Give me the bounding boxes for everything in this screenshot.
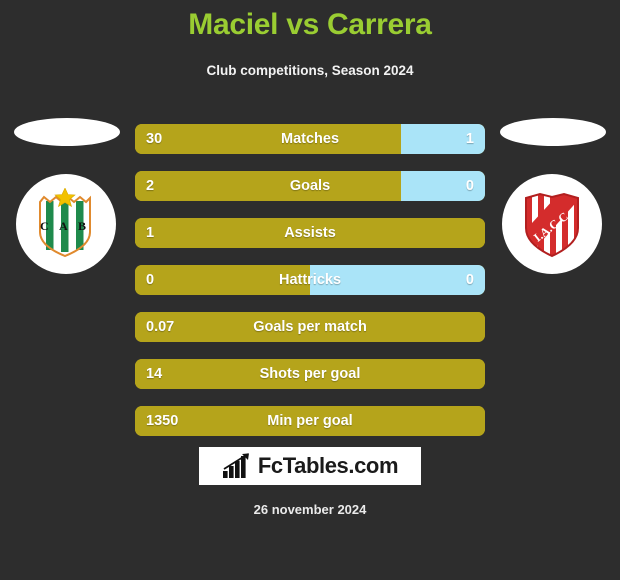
left-team-badge: C A B — [12, 118, 122, 298]
stat-comparison-page: Maciel vs Carrera Club competitions, Sea… — [0, 0, 620, 580]
svg-text:C A B: C A B — [40, 219, 90, 233]
stat-row: 2 Goals 0 — [135, 171, 485, 201]
banfield-crest-icon: C A B — [39, 188, 91, 258]
fctables-logo-text: FcTables.com — [257, 453, 399, 478]
right-badge-shadow-ellipse — [500, 118, 606, 146]
fctables-logo[interactable]: FcTables.com — [199, 447, 421, 485]
bar-chart-growth-icon — [222, 453, 249, 478]
stat-label: Goals — [289, 178, 331, 194]
footer-date: 26 november 2024 — [253, 502, 367, 517]
stat-right-value: 0 — [465, 272, 474, 288]
page-subtitle: Club competitions, Season 2024 — [206, 63, 414, 78]
stat-label: Shots per goal — [259, 366, 361, 382]
stat-row: 0.07 Goals per match — [135, 312, 485, 342]
stat-label: Assists — [284, 225, 336, 241]
stat-label: Hattricks — [278, 272, 342, 288]
right-team-badge: I.A.C.C. — [498, 118, 608, 298]
left-badge-shadow-ellipse — [14, 118, 120, 146]
left-badge-circle: C A B — [16, 174, 116, 274]
stat-right-value: 0 — [465, 178, 474, 194]
stat-row: 0 Hattricks 0 — [135, 265, 485, 295]
stat-label: Matches — [280, 131, 340, 147]
stat-row: 14 Shots per goal — [135, 359, 485, 389]
stat-row: 30 Matches 1 — [135, 124, 485, 154]
instituto-crest-icon: I.A.C.C. — [525, 192, 579, 258]
page-title: Maciel vs Carrera — [188, 8, 432, 41]
stat-row: 1350 Min per goal — [135, 406, 485, 436]
stats-list: 30 Matches 1 2 Goals 0 1 Assists 0 Hattr… — [135, 124, 485, 453]
stat-label: Goals per match — [253, 319, 367, 335]
stat-row: 1 Assists — [135, 218, 485, 248]
stat-label: Min per goal — [267, 413, 353, 429]
stat-right-value: 1 — [465, 131, 474, 147]
right-badge-circle: I.A.C.C. — [502, 174, 602, 274]
